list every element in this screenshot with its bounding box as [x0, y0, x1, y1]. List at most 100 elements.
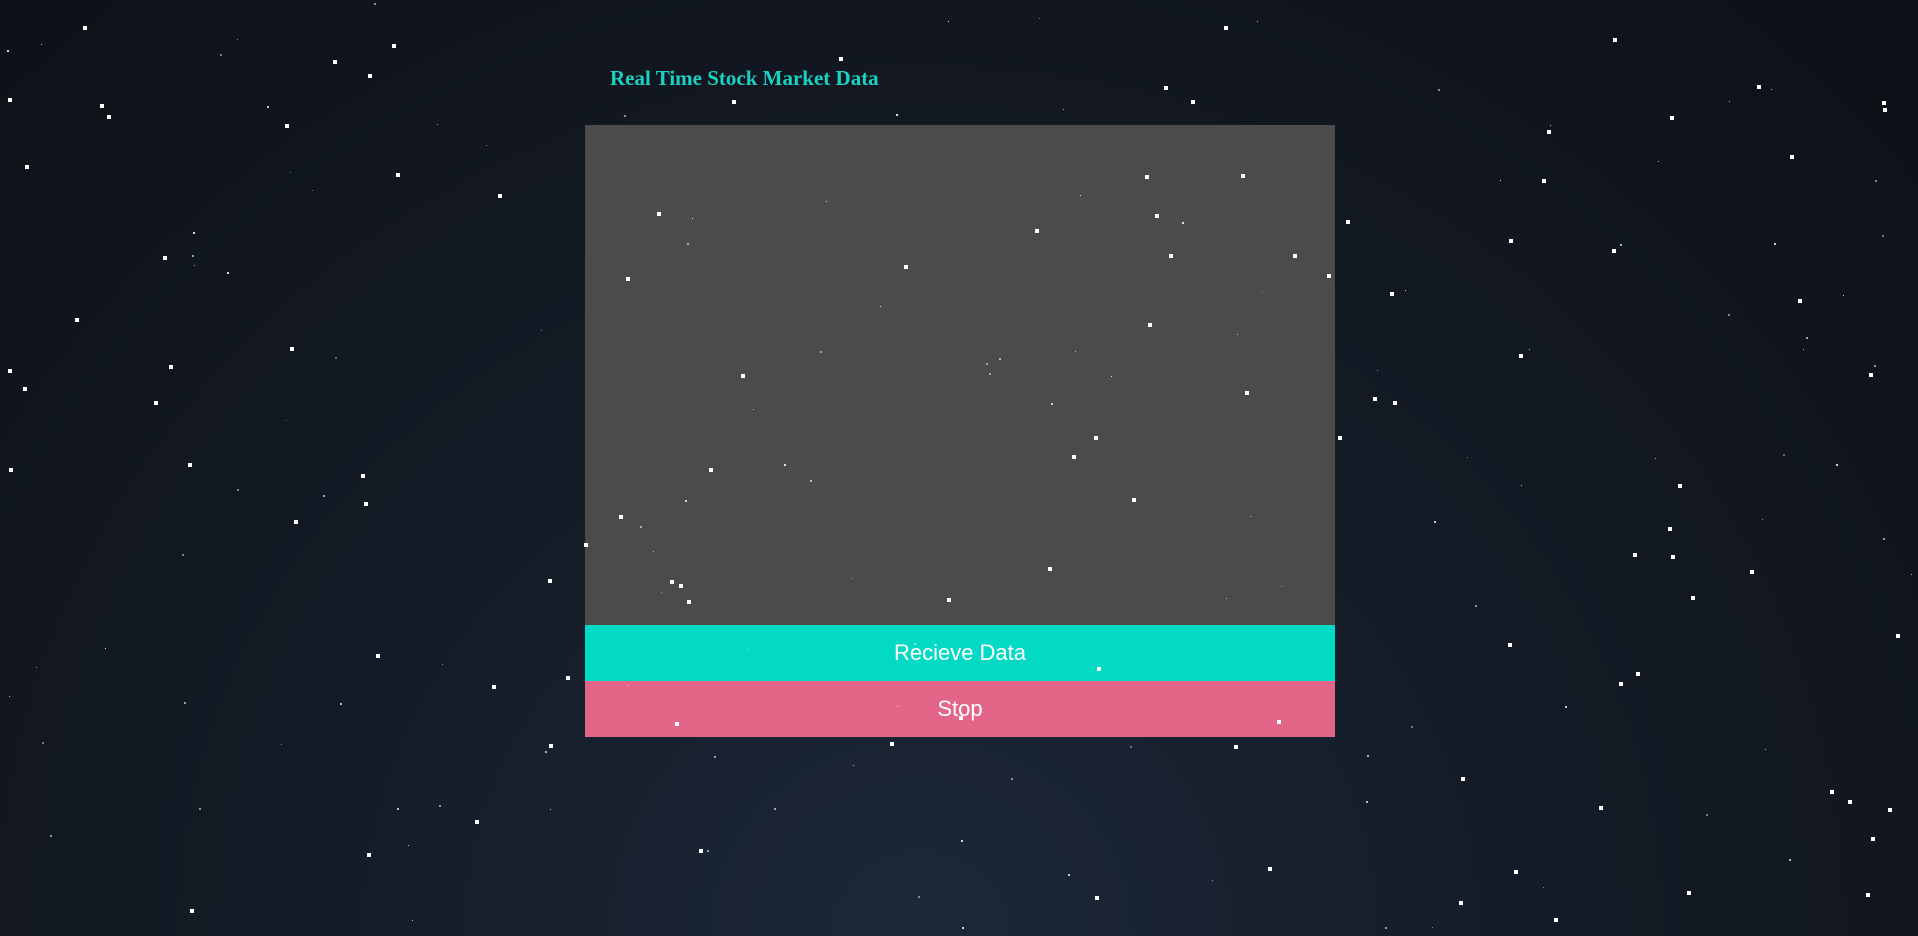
star: [1068, 874, 1070, 876]
star: [1848, 800, 1852, 804]
star: [1883, 538, 1885, 540]
star: [335, 357, 337, 359]
star: [1671, 555, 1675, 559]
star: [107, 115, 111, 119]
star: [194, 265, 195, 266]
star: [227, 272, 229, 274]
star: [192, 255, 194, 257]
star: [1612, 249, 1616, 253]
star: [1405, 290, 1406, 291]
star: [1706, 814, 1708, 816]
star: [1500, 180, 1501, 181]
star: [1843, 295, 1844, 296]
star: [1875, 180, 1877, 182]
star: [1547, 130, 1551, 134]
star: [1550, 125, 1551, 126]
star: [75, 318, 79, 322]
star: [1762, 519, 1763, 520]
star: [267, 106, 269, 108]
star: [1385, 927, 1387, 929]
star: [361, 474, 365, 478]
star: [1783, 454, 1785, 456]
star: [367, 853, 371, 857]
star: [1668, 527, 1672, 531]
star: [550, 809, 551, 810]
star: [1771, 89, 1772, 90]
star: [1729, 101, 1730, 102]
star: [962, 927, 964, 929]
star: [896, 114, 898, 116]
star: [1509, 239, 1513, 243]
star: [1367, 755, 1369, 757]
star: [1896, 634, 1900, 638]
star: [1475, 605, 1477, 607]
star: [397, 808, 399, 810]
star: [1346, 220, 1350, 224]
star: [1257, 21, 1258, 22]
star: [364, 502, 368, 506]
star: [1373, 397, 1377, 401]
star: [486, 145, 487, 146]
star: [1790, 155, 1794, 159]
star: [545, 751, 547, 753]
star: [1377, 370, 1378, 371]
star: [290, 172, 291, 173]
star: [312, 190, 313, 191]
star: [188, 463, 192, 467]
star: [1191, 100, 1195, 104]
star: [1882, 101, 1886, 105]
star: [492, 685, 496, 689]
star: [707, 850, 709, 852]
star: [190, 909, 194, 913]
star: [1633, 553, 1637, 557]
star: [1728, 314, 1730, 316]
star: [1836, 464, 1838, 466]
star: [1757, 85, 1761, 89]
star: [1691, 596, 1695, 600]
chart-area: [585, 125, 1335, 625]
star: [1613, 38, 1617, 42]
star: [8, 98, 12, 102]
star: [1411, 726, 1413, 728]
star: [169, 365, 173, 369]
star: [1658, 161, 1659, 162]
star: [1268, 867, 1272, 871]
star: [290, 347, 294, 351]
star: [23, 387, 27, 391]
receive-data-button[interactable]: Recieve Data: [585, 625, 1335, 681]
star: [1542, 179, 1546, 183]
star: [1434, 521, 1436, 523]
star: [714, 756, 716, 758]
star: [36, 667, 37, 668]
star: [549, 744, 553, 748]
star: [1830, 790, 1834, 794]
star: [199, 808, 201, 810]
star: [83, 26, 87, 30]
star: [1224, 26, 1228, 30]
star: [1750, 570, 1754, 574]
stop-button[interactable]: Stop: [585, 681, 1335, 737]
star: [1874, 365, 1876, 367]
star: [100, 104, 104, 108]
star: [475, 820, 479, 824]
star: [1521, 485, 1522, 486]
star: [1508, 643, 1512, 647]
star: [1789, 859, 1791, 861]
star: [408, 845, 409, 846]
star: [853, 765, 854, 766]
star: [1670, 116, 1674, 120]
star: [1467, 457, 1468, 458]
star: [9, 468, 13, 472]
star: [1234, 748, 1235, 749]
star: [1871, 837, 1875, 841]
star: [1911, 574, 1912, 575]
star: [890, 742, 894, 746]
star: [1459, 901, 1463, 905]
star: [839, 57, 843, 61]
star: [1338, 436, 1342, 440]
star: [948, 21, 949, 22]
star: [1636, 672, 1640, 676]
star: [1619, 682, 1623, 686]
star: [1774, 243, 1776, 245]
star: [182, 554, 184, 556]
